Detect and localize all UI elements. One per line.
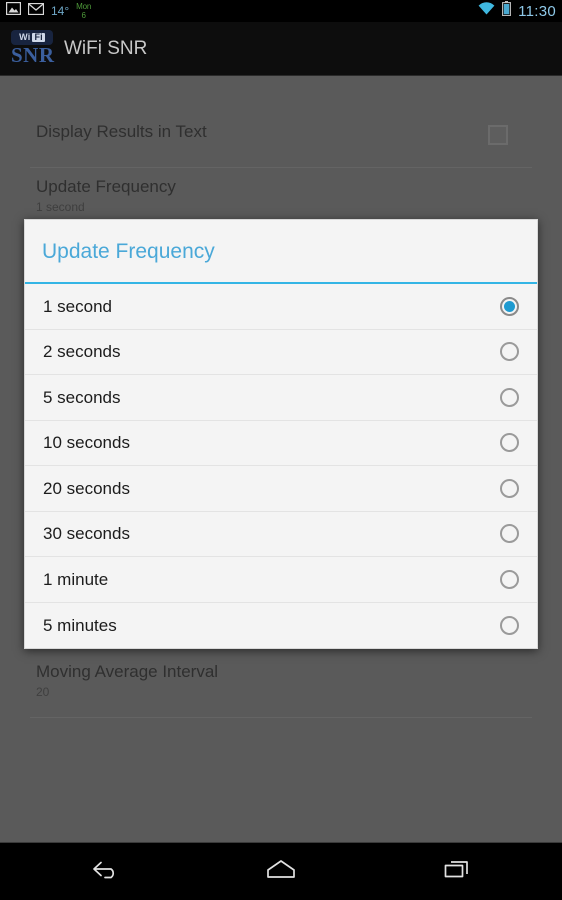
dialog-title-bar: Update Frequency xyxy=(25,220,537,284)
radio-button[interactable] xyxy=(500,524,519,544)
update-frequency-option-list[interactable]: 1 second 2 seconds 5 seconds 10 seconds 20 s… xyxy=(25,284,537,648)
app-title: WiFi SNR xyxy=(64,38,148,59)
photo-icon xyxy=(5,1,22,20)
app-logo-icon: Wi Fi SNR xyxy=(10,29,56,69)
radio-button[interactable] xyxy=(500,478,519,498)
recents-button[interactable] xyxy=(429,849,485,895)
option-label: 20 seconds xyxy=(43,478,130,498)
option-label: 10 seconds xyxy=(43,433,130,453)
radio-button-selected[interactable] xyxy=(500,296,519,316)
option-label: 5 seconds xyxy=(43,387,121,407)
display-results-checkbox[interactable] xyxy=(488,125,508,145)
back-button[interactable] xyxy=(77,849,133,895)
home-icon xyxy=(264,858,298,885)
date-day: Mon xyxy=(76,1,92,11)
option-label: 2 seconds xyxy=(43,342,121,362)
recents-icon xyxy=(442,857,472,886)
pref-display-results-in-text[interactable]: Display Results in Text xyxy=(0,122,562,142)
option-row[interactable]: 2 seconds xyxy=(25,330,537,375)
dialog-title: Update Frequency xyxy=(42,239,215,263)
pref-summary: 1 second xyxy=(36,200,85,214)
pref-moving-average-interval[interactable]: Moving Average Interval 20 xyxy=(0,662,562,700)
radio-button[interactable] xyxy=(500,615,519,635)
date-indicator: Mon 6 xyxy=(76,1,92,20)
status-bar-left: 14° Mon 6 xyxy=(5,1,478,20)
back-arrow-icon xyxy=(89,858,121,885)
radio-button[interactable] xyxy=(500,387,519,407)
option-label: 30 seconds xyxy=(43,524,130,544)
pref-update-frequency[interactable]: Update Frequency 1 second xyxy=(0,177,562,215)
pref-divider xyxy=(30,717,532,718)
option-row[interactable]: 30 seconds xyxy=(25,512,537,557)
action-bar: Wi Fi SNR WiFi SNR xyxy=(0,22,562,76)
radio-button[interactable] xyxy=(500,569,519,589)
option-label: 1 second xyxy=(43,296,112,316)
pref-title: Display Results in Text xyxy=(36,122,207,141)
option-row[interactable]: 1 minute xyxy=(25,557,537,603)
option-row[interactable]: 20 seconds xyxy=(25,466,537,512)
date-number: 6 xyxy=(81,10,86,20)
radio-button[interactable] xyxy=(500,433,519,453)
option-row[interactable]: 5 seconds xyxy=(25,375,537,421)
battery-icon xyxy=(502,1,512,21)
app-logo-wi-text: Wi xyxy=(19,31,31,42)
temperature-indicator: 14° xyxy=(51,4,70,18)
wifi-icon xyxy=(478,2,495,20)
status-bar: 14° Mon 6 11:30 xyxy=(0,0,562,22)
envelope-icon xyxy=(27,2,45,20)
home-button[interactable] xyxy=(253,849,309,895)
option-row[interactable]: 1 second xyxy=(25,284,537,330)
update-frequency-dialog: Update Frequency 1 second 2 seconds 5 seco… xyxy=(24,219,538,649)
android-screen: 14° Mon 6 11:30 Wi Fi SNR WiFi SNR Displ… xyxy=(0,0,562,900)
navigation-bar xyxy=(0,842,562,900)
option-label: 5 minutes xyxy=(43,615,117,635)
app-logo-fi-text: Fi xyxy=(32,31,45,42)
option-row[interactable]: 5 minutes xyxy=(25,603,537,649)
clock: 11:30 xyxy=(518,2,556,20)
pref-divider xyxy=(30,167,532,168)
pref-title: Moving Average Interval xyxy=(36,662,219,681)
radio-button[interactable] xyxy=(500,342,519,362)
option-row[interactable]: 10 seconds xyxy=(25,421,537,466)
option-label: 1 minute xyxy=(43,569,109,589)
pref-summary: 20 xyxy=(36,685,50,699)
status-bar-right: 11:30 xyxy=(478,1,556,21)
app-logo-snr-text: SNR xyxy=(11,42,55,67)
pref-title: Update Frequency xyxy=(36,177,176,196)
